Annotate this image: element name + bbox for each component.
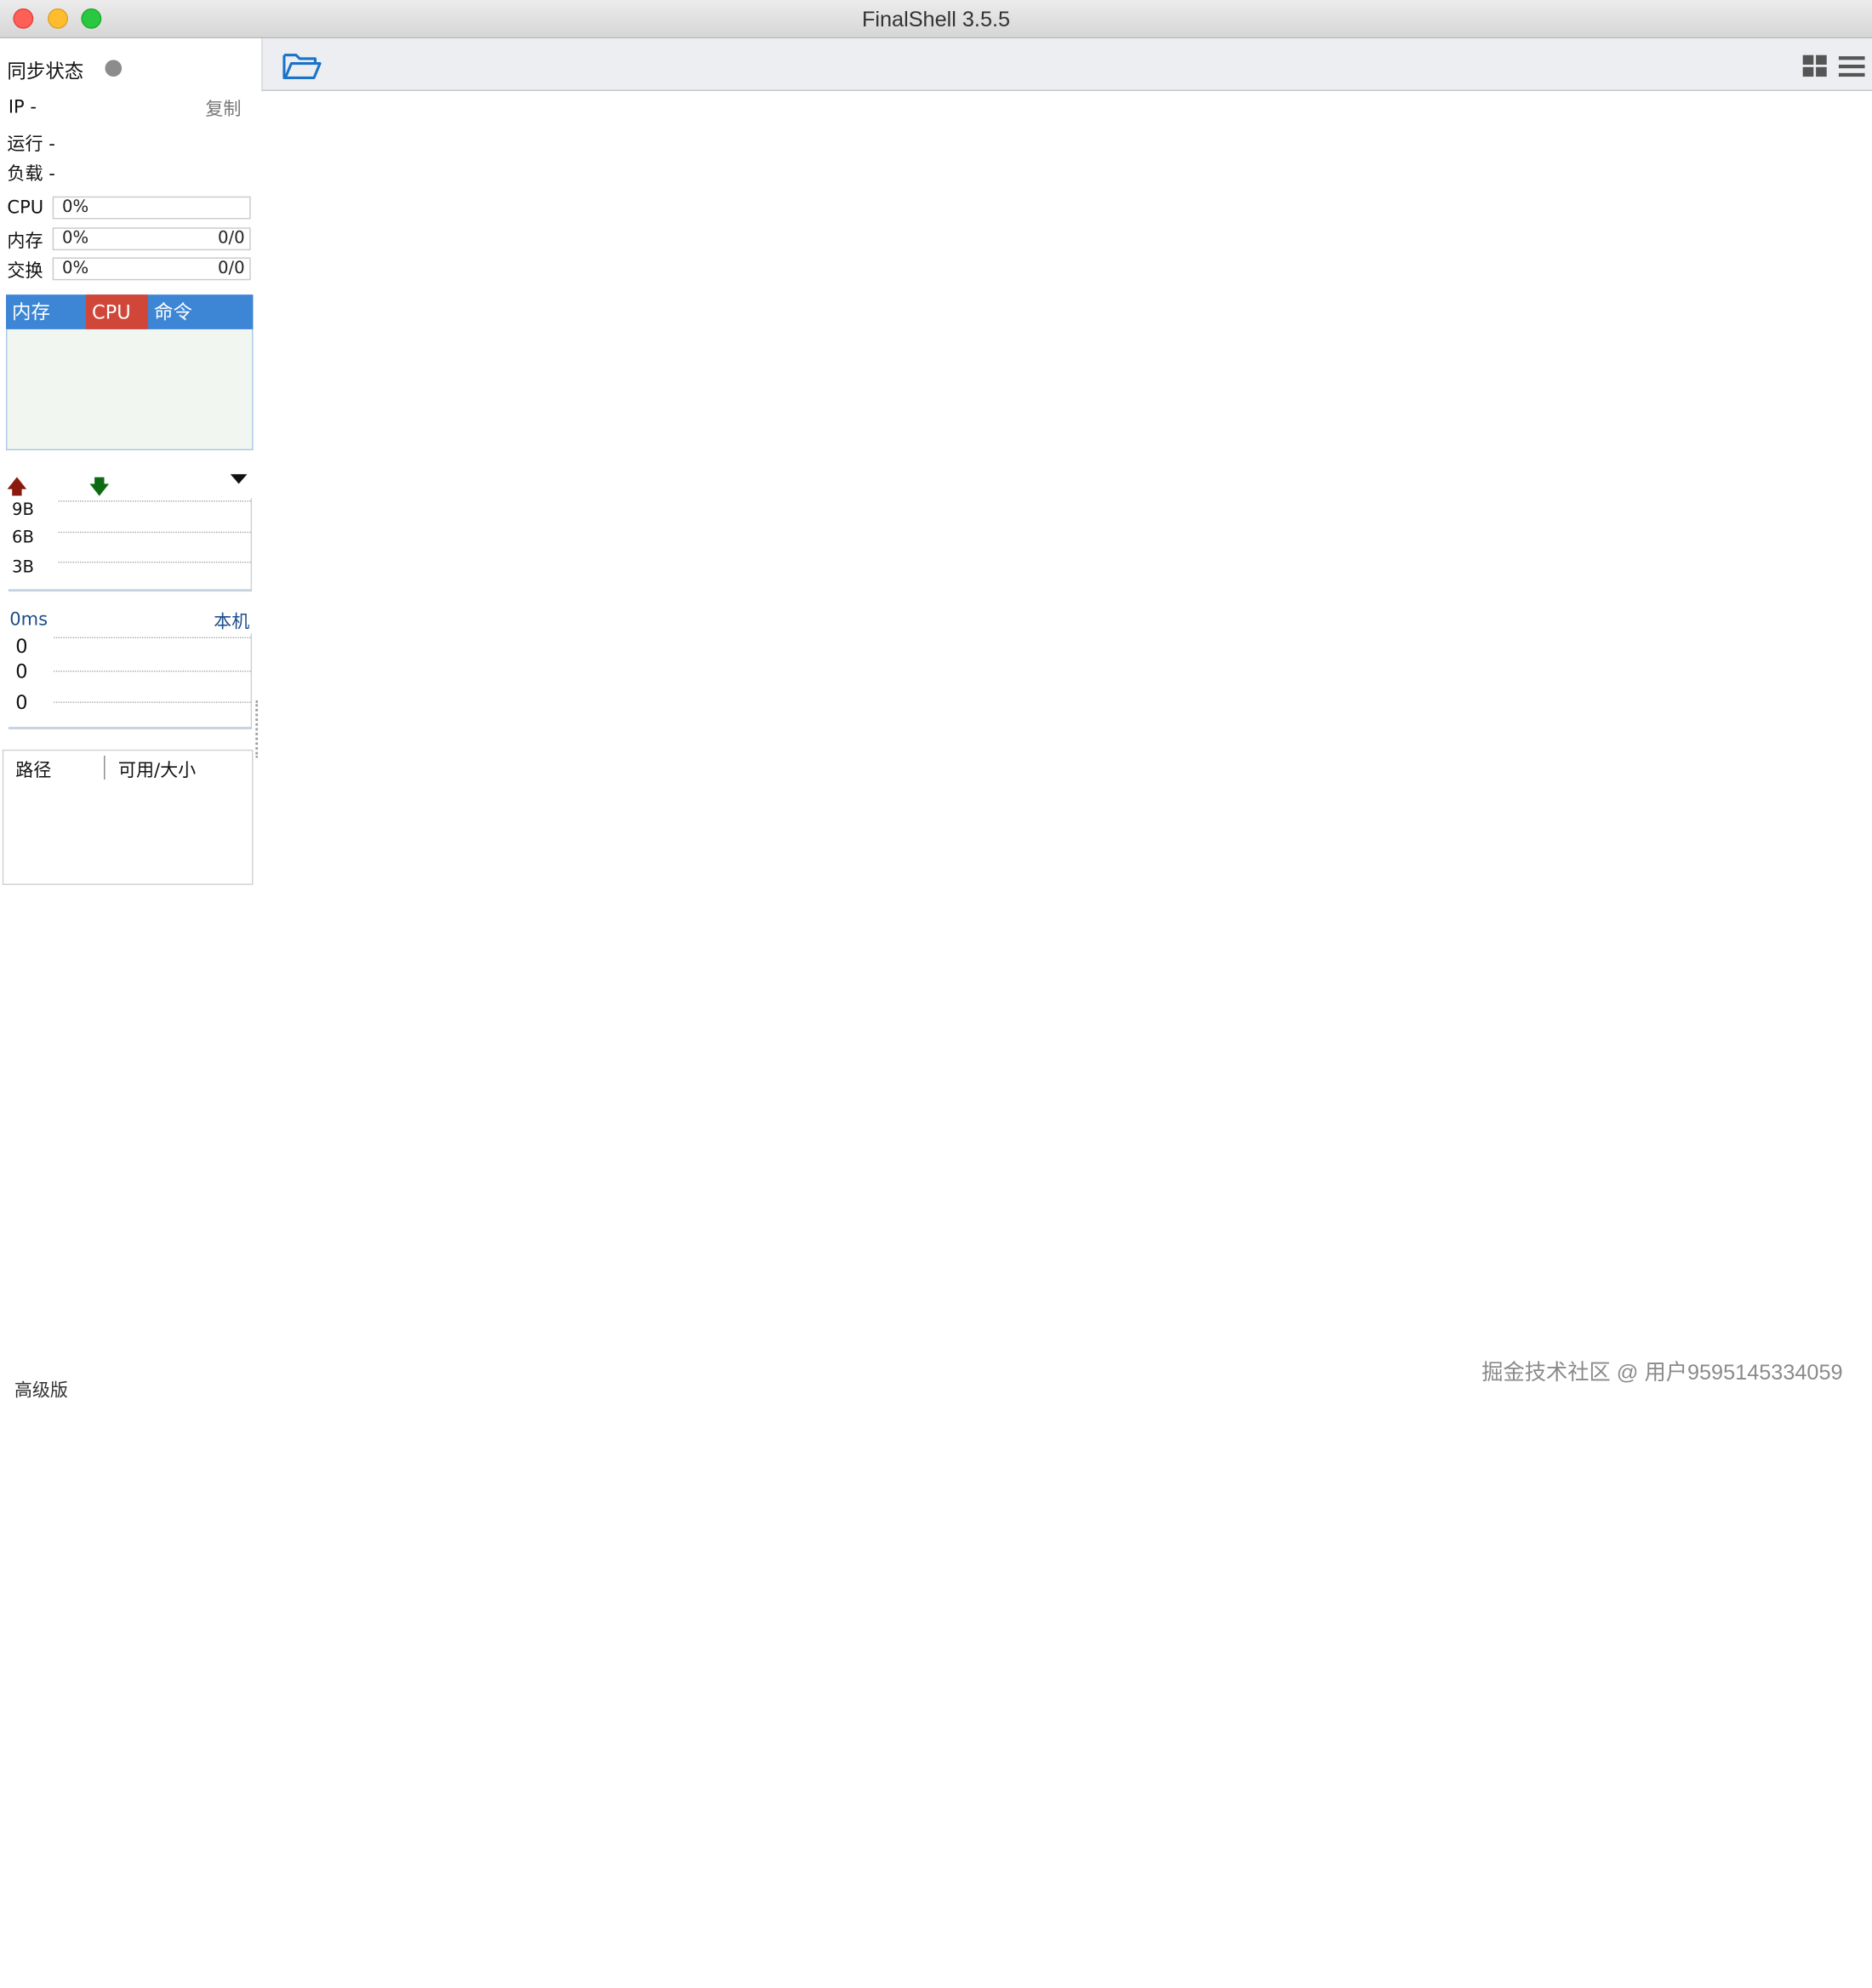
- ping-host[interactable]: 本机: [214, 608, 249, 634]
- cpu-usage-meter: 0%: [52, 196, 251, 220]
- memory-usage-meter: 0% 0/0: [52, 227, 251, 251]
- network-y-tick: 3B: [12, 557, 35, 578]
- network-traffic-chart: 9B 6B 3B: [8, 498, 253, 592]
- swap-usage-percent: 0%: [61, 258, 89, 278]
- window-title: FinalShell 3.5.5: [861, 7, 1011, 31]
- grid-view-icon[interactable]: [1801, 54, 1828, 77]
- grid-line: [54, 637, 251, 638]
- sync-status-indicator: [105, 60, 123, 77]
- process-list[interactable]: [6, 328, 254, 451]
- swap-usage-meter: 0% 0/0: [52, 257, 251, 281]
- process-sort-tabs: 内存 CPU 命令: [6, 294, 254, 329]
- network-y-tick: 9B: [12, 500, 35, 520]
- title-bar: FinalShell 3.5.5: [0, 0, 1872, 39]
- uptime-label: 运行 -: [7, 133, 55, 155]
- open-folder-icon[interactable]: [282, 50, 322, 82]
- grid-line: [58, 561, 251, 563]
- swap-usage-ratio: 0/0: [218, 258, 245, 278]
- column-divider: [104, 755, 106, 780]
- list-view-icon[interactable]: [1838, 54, 1865, 77]
- disk-column-available-size[interactable]: 可用/大小: [118, 757, 196, 782]
- ping-y-tick: 0: [15, 660, 28, 683]
- network-interface-dropdown-icon[interactable]: [230, 474, 248, 484]
- ping-latency-chart: 0 0 0: [8, 633, 253, 729]
- cpu-usage-percent: 0%: [61, 197, 89, 217]
- ping-y-tick: 0: [15, 690, 28, 714]
- ping-latency: 0ms: [9, 608, 49, 631]
- load-label: 负载 -: [7, 163, 55, 185]
- network-y-tick: 6B: [12, 528, 35, 548]
- swap-meter-label: 交换: [7, 260, 43, 282]
- tab-memory[interactable]: 内存: [6, 294, 86, 329]
- disk-usage-table: 路径 可用/大小: [2, 749, 254, 885]
- ip-label: IP -: [8, 95, 37, 117]
- sync-status-label: 同步状态: [7, 60, 84, 83]
- main-toolbar: [261, 38, 1872, 91]
- copy-ip-button[interactable]: 复制: [205, 96, 241, 122]
- finalshell-window: FinalShell 3.5.5 同步状态 IP - 复制 运行 - 负载 - …: [0, 0, 1872, 1988]
- tab-cpu[interactable]: CPU: [86, 294, 148, 329]
- grid-line: [54, 701, 251, 703]
- grid-line: [58, 500, 251, 502]
- edition-label[interactable]: 高级版: [14, 1377, 68, 1402]
- main-panel: [261, 38, 1872, 1414]
- memory-meter-label: 内存: [7, 230, 43, 252]
- tab-command[interactable]: 命令: [148, 294, 220, 329]
- cpu-meter-label: CPU: [7, 196, 44, 219]
- memory-usage-ratio: 0/0: [218, 228, 245, 248]
- ping-y-tick: 0: [15, 634, 28, 658]
- sidebar-splitter-handle[interactable]: [255, 700, 259, 758]
- memory-usage-percent: 0%: [61, 228, 89, 248]
- disk-column-path[interactable]: 路径: [15, 757, 51, 782]
- sidebar-content: 同步状态 IP - 复制 运行 - 负载 - CPU 0% 内存 0% 0/0 …: [0, 0, 261, 1413]
- watermark: 掘金技术社区 @ 用户9595145334059: [1481, 1360, 1843, 1385]
- grid-line: [58, 531, 251, 534]
